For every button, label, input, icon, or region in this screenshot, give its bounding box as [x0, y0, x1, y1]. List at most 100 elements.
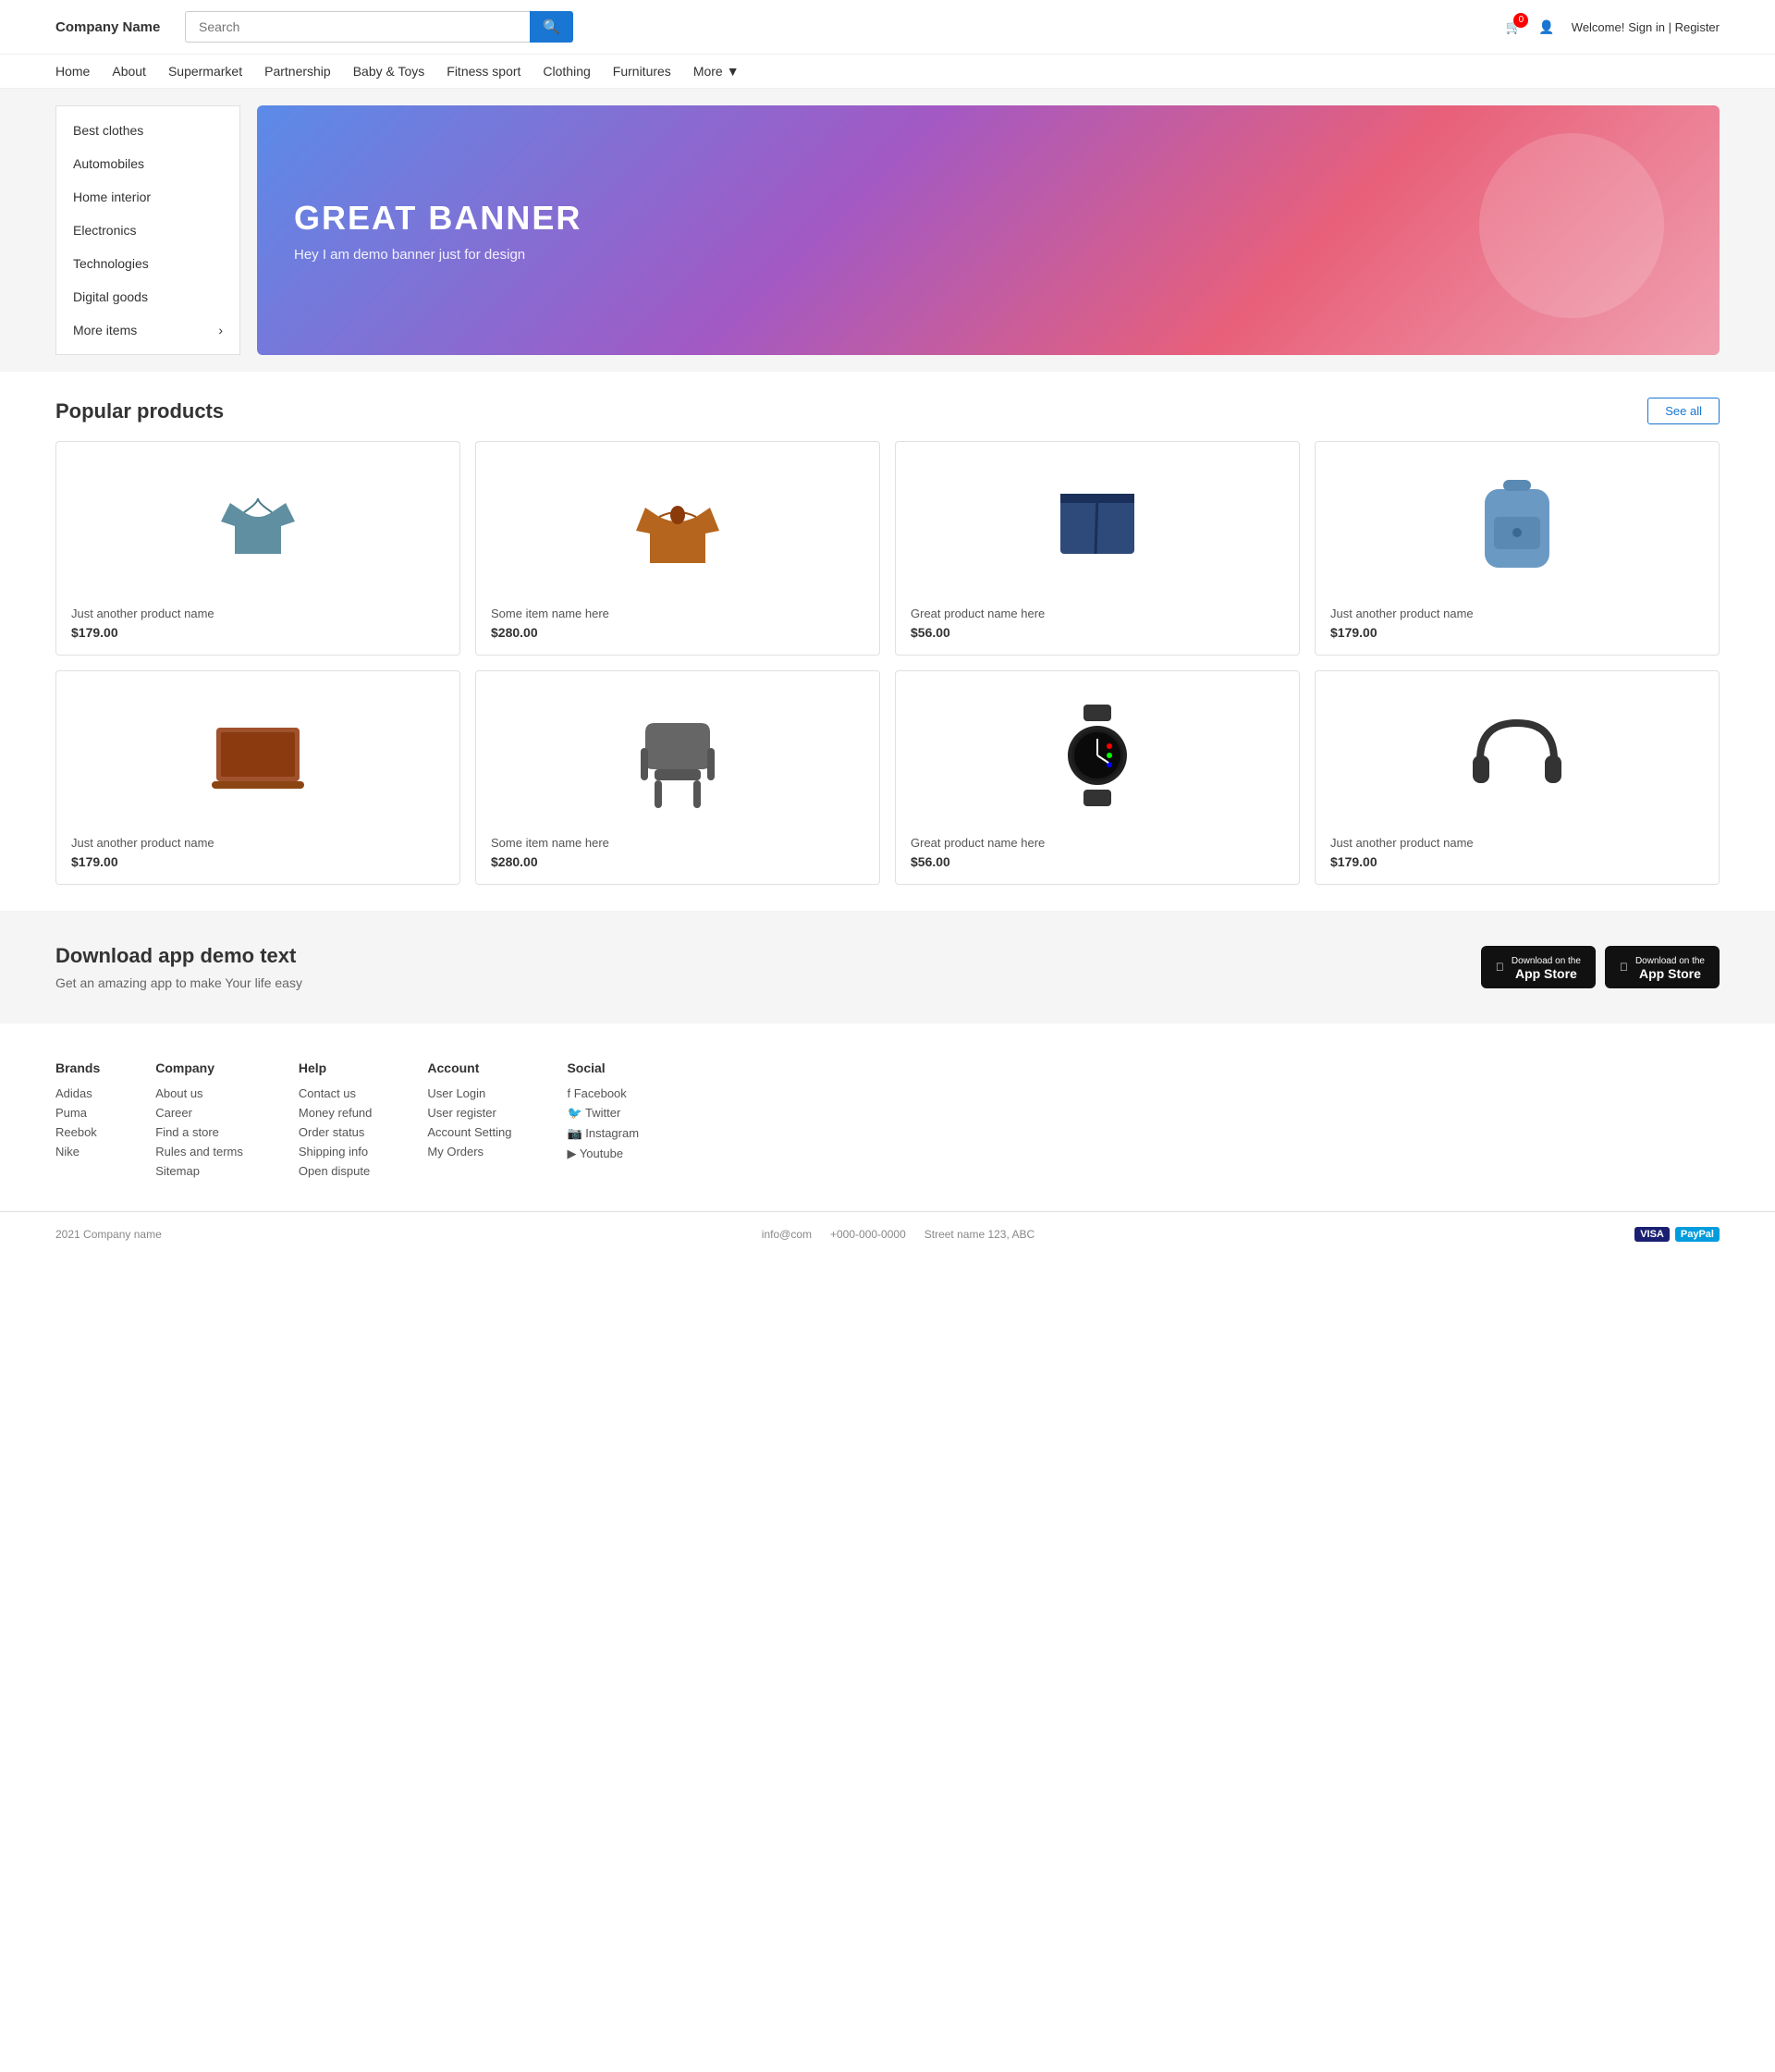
sidebar-item-label: Digital goods [73, 289, 148, 304]
product-price: $56.00 [911, 854, 1284, 869]
apple-icon-2:  [1620, 961, 1628, 974]
footer-help-link[interactable]: Shipping info [299, 1145, 373, 1159]
footer-account-title: Account [427, 1061, 511, 1075]
nav-item-clothing[interactable]: Clothing [543, 64, 590, 79]
footer-company-link[interactable]: Career [155, 1106, 243, 1120]
search-input[interactable] [185, 11, 530, 43]
footer-help: Help Contact us Money refund Order status Sh… [299, 1061, 373, 1183]
footer-brand-link[interactable]: Nike [55, 1145, 100, 1159]
product-card[interactable]: Just another product name $179.00 [1315, 441, 1720, 656]
product-card[interactable]: Great product name here $56.00 [895, 670, 1300, 885]
search-bar: 🔍 [185, 11, 573, 43]
footer-social-title: Social [567, 1061, 639, 1075]
footer-account-link[interactable]: User Login [427, 1086, 511, 1100]
footer-company-link[interactable]: Rules and terms [155, 1145, 243, 1159]
app-store-button-2[interactable]:  Download on the App Store [1605, 946, 1720, 988]
instagram-icon: 📷 [567, 1126, 581, 1140]
product-card[interactable]: Some item name here $280.00 [475, 670, 880, 885]
footer-company-link[interactable]: Find a store [155, 1125, 243, 1139]
visa-icon: VISA [1634, 1227, 1670, 1242]
sidebar-item-label: More items [73, 323, 137, 337]
search-button[interactable]: 🔍 [530, 11, 573, 43]
product-image [1330, 457, 1704, 595]
footer-help-link[interactable]: Money refund [299, 1106, 373, 1120]
sign-in-link[interactable]: Sign in | Register [1628, 20, 1720, 34]
footer-brands-title: Brands [55, 1061, 100, 1075]
footer-email: info@com [762, 1228, 812, 1241]
app-buttons:  Download on the App Store  Download o… [1481, 946, 1720, 988]
nav-item-fitness[interactable]: Fitness sport [447, 64, 520, 79]
main-section: Best clothes Automobiles Home interior Elec… [0, 89, 1775, 372]
nav-item-furnitures[interactable]: Furnitures [613, 64, 671, 79]
sidebar-item-label: Automobiles [73, 156, 144, 171]
product-image [71, 457, 445, 595]
footer-phone: +000-000-0000 [830, 1228, 906, 1241]
footer-help-link[interactable]: Open dispute [299, 1164, 373, 1178]
more-nav-button[interactable]: More ▼ [693, 64, 740, 79]
cart-badge: 0 [1513, 13, 1528, 28]
footer-social-instagram-link[interactable]: 📷 Instagram [567, 1126, 639, 1141]
copyright: 2021 Company name [55, 1228, 162, 1241]
paypal-icon: PayPal [1675, 1227, 1720, 1242]
product-card[interactable]: Some item name here $280.00 [475, 441, 880, 656]
footer-social-youtube-link[interactable]: ▶ Youtube [567, 1146, 639, 1161]
cart-icon[interactable]: 🛒 0 [1506, 19, 1522, 35]
footer: BrandsAdidasPumaReebokNikeCompanyAbout u… [0, 1024, 1775, 1257]
footer-account-link[interactable]: Account Setting [427, 1125, 511, 1139]
product-card[interactable]: Just another product name $179.00 [1315, 670, 1720, 885]
footer-account-link[interactable]: User register [427, 1106, 511, 1120]
nav-item-about[interactable]: About [112, 64, 146, 79]
nav-item-supermarket[interactable]: Supermarket [168, 64, 242, 79]
nav-item-baby-toys[interactable]: Baby & Toys [353, 64, 425, 79]
footer-company-link[interactable]: About us [155, 1086, 243, 1100]
sidebar-item-automobiles[interactable]: Automobiles [56, 147, 239, 180]
sidebar-item-label: Technologies [73, 256, 149, 271]
banner-text: GREAT BANNER Hey I am demo banner just f… [294, 199, 581, 263]
navigation: Home About Supermarket Partnership Baby & To… [0, 55, 1775, 89]
youtube-icon: ▶ [567, 1146, 576, 1160]
product-image [491, 686, 864, 825]
product-card[interactable]: Great product name here $56.00 [895, 441, 1300, 656]
see-all-button[interactable]: See all [1647, 398, 1720, 424]
footer-brand-link[interactable]: Puma [55, 1106, 100, 1120]
sidebar-item-more-items[interactable]: More items› [56, 313, 239, 347]
product-name: Just another product name [71, 836, 445, 850]
footer-bottom: 2021 Company name info@com +000-000-0000… [0, 1211, 1775, 1257]
section-title: Popular products [55, 399, 224, 423]
product-price: $280.00 [491, 625, 864, 640]
footer-social-twitter-link[interactable]: 🐦 Twitter [567, 1106, 639, 1121]
sidebar-item-label: Home interior [73, 190, 151, 204]
header: Company Name 🔍 🛒 0 👤 Welcome! Sign in | … [0, 0, 1775, 55]
product-image [911, 686, 1284, 825]
footer-account-link[interactable]: My Orders [427, 1145, 511, 1159]
logo: Company Name [55, 19, 166, 35]
product-name: Great product name here [911, 607, 1284, 620]
sidebar-item-home-interior[interactable]: Home interior [56, 180, 239, 214]
sidebar-item-digital-goods[interactable]: Digital goods [56, 280, 239, 313]
footer-social-facebook-link[interactable]: f Facebook [567, 1086, 639, 1100]
nav-item-home[interactable]: Home [55, 64, 90, 79]
footer-help-link[interactable]: Order status [299, 1125, 373, 1139]
products-section: Popular products See all Just another pr… [0, 372, 1775, 911]
footer-help-link[interactable]: Contact us [299, 1086, 373, 1100]
product-card[interactable]: Just another product name $179.00 [55, 441, 460, 656]
product-price: $179.00 [71, 625, 445, 640]
payment-icons: VISA PayPal [1634, 1227, 1720, 1242]
footer-brand-link[interactable]: Reebok [55, 1125, 100, 1139]
product-card[interactable]: Just another product name $179.00 [55, 670, 460, 885]
product-image [911, 457, 1284, 595]
footer-bottom-center: info@com +000-000-0000 Street name 123, … [762, 1228, 1034, 1241]
sidebar-item-technologies[interactable]: Technologies [56, 247, 239, 280]
sidebar-item-electronics[interactable]: Electronics [56, 214, 239, 247]
app-store-button-1[interactable]:  Download on the App Store [1481, 946, 1596, 988]
product-name: Some item name here [491, 836, 864, 850]
footer-brand-link[interactable]: Adidas [55, 1086, 100, 1100]
footer-company-link[interactable]: Sitemap [155, 1164, 243, 1178]
footer-social: Social f Facebook 🐦 Twitter 📷 Instagram ▶ Yo… [567, 1061, 639, 1183]
sidebar-item-best-clothes[interactable]: Best clothes [56, 114, 239, 147]
nav-item-partnership[interactable]: Partnership [264, 64, 331, 79]
footer-help-title: Help [299, 1061, 373, 1075]
product-image [1330, 686, 1704, 825]
banner-decoration [1479, 133, 1664, 318]
products-header: Popular products See all [55, 398, 1720, 424]
